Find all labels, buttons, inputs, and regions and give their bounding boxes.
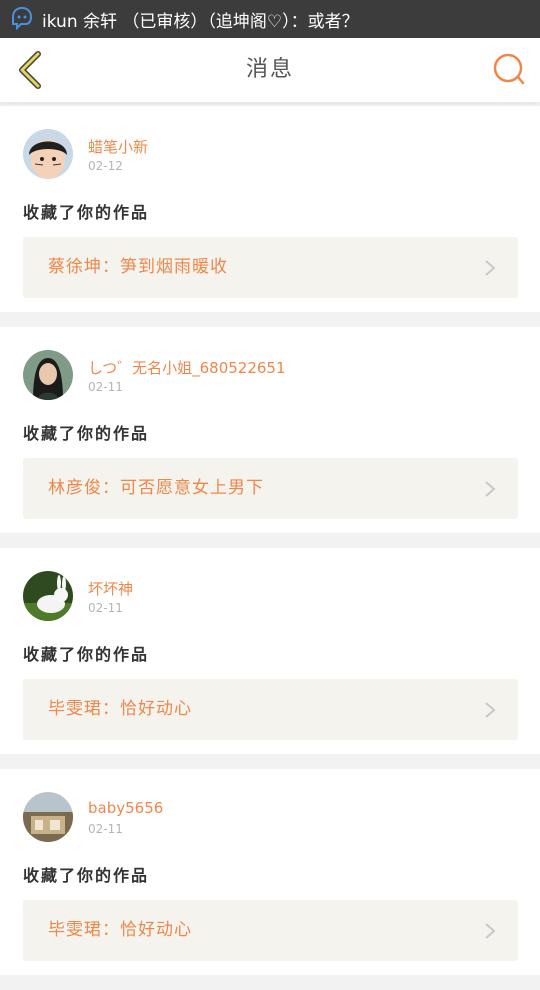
work-title: 毕雯珺：恰好动心 <box>48 920 192 940</box>
notification-text: ikun 余轩 （已审核）（追坤阁♡）：或者？ <box>42 11 359 32</box>
avatar[interactable] <box>23 129 73 179</box>
work-title: 蔡徐坤：笋到烟雨暖收 <box>48 257 228 277</box>
work-link[interactable]: 毕雯珺：恰好动心 <box>23 900 518 961</box>
chevron-right-icon <box>485 923 496 939</box>
message-card: 坏坏神 02-11 收藏了你的作品 毕雯珺：恰好动心 <box>0 548 540 754</box>
work-link[interactable]: 蔡徐坤：笋到烟雨暖收 <box>23 237 518 298</box>
timestamp: 02-11 <box>88 822 123 836</box>
timestamp: 02-12 <box>88 159 123 173</box>
message-card: baby5656 02-11 收藏了你的作品 毕雯珺：恰好动心 <box>0 769 540 975</box>
action-text: 收藏了你的作品 <box>23 645 150 664</box>
timestamp: 02-11 <box>88 380 123 394</box>
chevron-right-icon <box>485 481 496 497</box>
search-icon[interactable] <box>490 50 530 90</box>
work-link[interactable]: 毕雯珺：恰好动心 <box>23 679 518 740</box>
work-title: 林彦俊：可否愿意女上男下 <box>48 478 264 498</box>
action-text: 收藏了你的作品 <box>23 866 150 885</box>
action-text: 收藏了你的作品 <box>23 203 150 222</box>
work-link[interactable]: 林彦俊：可否愿意女上男下 <box>23 458 518 519</box>
user-name[interactable]: 坏坏神 <box>88 578 133 599</box>
action-text: 收藏了你的作品 <box>23 424 150 443</box>
chevron-right-icon <box>485 702 496 718</box>
work-title: 毕雯珺：恰好动心 <box>48 699 192 719</box>
chevron-right-icon <box>485 260 496 276</box>
message-list: 蜡笔小新 02-12 收藏了你的作品 蔡徐坤：笋到烟雨暖收 しつ゛无名小姐_68… <box>0 106 540 990</box>
status-bar: ikun 余轩 （已审核）（追坤阁♡）：或者？ <box>0 0 540 38</box>
chevron-left-icon[interactable] <box>10 48 54 92</box>
timestamp: 02-11 <box>88 601 123 615</box>
chat-bubble-icon <box>12 6 33 31</box>
avatar[interactable] <box>23 792 73 842</box>
user-name[interactable]: しつ゛无名小姐_680522651 <box>88 357 286 378</box>
message-card: 蜡笔小新 02-12 收藏了你的作品 蔡徐坤：笋到烟雨暖收 <box>0 106 540 312</box>
avatar[interactable] <box>23 350 73 400</box>
header: 消息 <box>0 38 540 102</box>
user-name[interactable]: baby5656 <box>88 799 163 817</box>
avatar[interactable] <box>23 571 73 621</box>
page-title: 消息 <box>245 57 294 82</box>
message-card: しつ゛无名小姐_680522651 02-11 收藏了你的作品 林彦俊：可否愿意… <box>0 327 540 533</box>
user-name[interactable]: 蜡笔小新 <box>88 136 148 157</box>
